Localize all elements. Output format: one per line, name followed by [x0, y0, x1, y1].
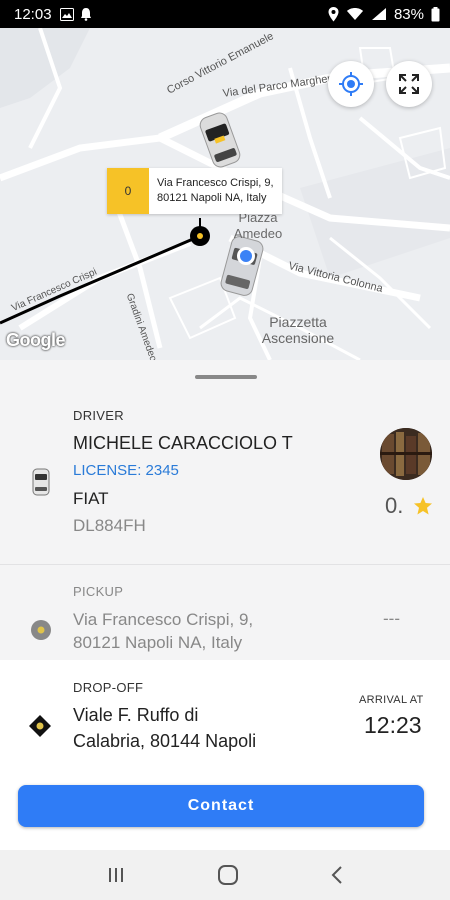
system-nav-bar: [0, 850, 450, 900]
callout-address-line2: 80121 Napoli NA, Italy: [157, 192, 267, 204]
contact-button[interactable]: Contact: [18, 785, 424, 827]
driver-name: MICHELE CARACCIOLO T: [73, 433, 293, 453]
pickup-address-line2: 80121 Napoli NA, Italy: [73, 633, 243, 652]
recent-apps-icon[interactable]: [106, 866, 126, 884]
star-icon: [414, 497, 433, 515]
driver-section: DRIVER MICHELE CARACCIOLO T LICENSE: 234…: [0, 360, 450, 564]
pickup-time: ---: [383, 609, 400, 628]
driver-avatar: [380, 428, 432, 480]
driver-license: LICENSE: 2345: [73, 462, 179, 479]
car-icon: [32, 468, 50, 496]
car-make: FIAT: [73, 489, 109, 508]
arrival-time: 12:23: [364, 712, 422, 738]
dropoff-diamond-icon: [29, 715, 51, 737]
signal-icon: [371, 8, 386, 20]
wifi-icon: [346, 8, 363, 20]
fullscreen-button[interactable]: [386, 61, 432, 107]
dropoff-address-line2: Calabria, 80144 Napoli: [73, 731, 257, 751]
rating-value: 0.: [385, 493, 404, 518]
pickup-callout[interactable]: 0 Via Francesco Crispi, 9, 80121 Napoli …: [107, 168, 282, 214]
pickup-dot-icon: [31, 620, 51, 640]
ride-details-sheet: DRIVER MICHELE CARACCIOLO T LICENSE: 234…: [0, 360, 450, 850]
expand-icon: [399, 74, 419, 94]
back-icon[interactable]: [330, 865, 344, 885]
arrival-label: ARRIVAL AT: [359, 694, 424, 706]
place-label: Piazza Amedeo: [233, 210, 283, 241]
car-plate: DL884FH: [73, 516, 146, 535]
callout-address: Via Francesco Crispi, 9, 80121 Napoli NA…: [149, 176, 282, 206]
status-time: 12:03: [14, 5, 52, 23]
dropoff-section-label: DROP-OFF: [73, 680, 144, 695]
home-icon[interactable]: [217, 864, 239, 886]
pickup-address-line1: Via Francesco Crispi, 9,: [73, 610, 254, 629]
google-logo: Google: [6, 330, 66, 350]
eta-minutes: 0: [107, 168, 149, 214]
dropoff-address-line1: Viale F. Ruffo di: [73, 705, 199, 725]
gallery-icon: [59, 7, 74, 21]
pickup-section-label: PICKUP: [73, 584, 124, 599]
driver-rating: 0.: [385, 493, 433, 519]
battery-icon: [431, 6, 440, 21]
crosshair-icon: [339, 72, 363, 96]
notification-bell-icon: [80, 8, 91, 21]
dropoff-section: DROP-OFF Viale F. Ruffo di Calabria, 801…: [0, 660, 450, 770]
driver-section-label: DRIVER: [73, 408, 124, 423]
status-bar: 12:03 83%: [0, 0, 450, 28]
callout-address-line1: Via Francesco Crispi, 9,: [157, 177, 274, 189]
location-pin-icon: [328, 6, 339, 21]
pickup-section: PICKUP Via Francesco Crispi, 9, 80121 Na…: [0, 564, 450, 660]
sheet-drag-handle[interactable]: [195, 375, 257, 379]
my-location-button[interactable]: [328, 61, 374, 107]
battery-percent: 83%: [393, 5, 424, 23]
map-view[interactable]: Corso Vittorio Emanuele Via del Parco Ma…: [0, 28, 450, 360]
place-label: Piazzetta Ascensione: [261, 314, 335, 346]
